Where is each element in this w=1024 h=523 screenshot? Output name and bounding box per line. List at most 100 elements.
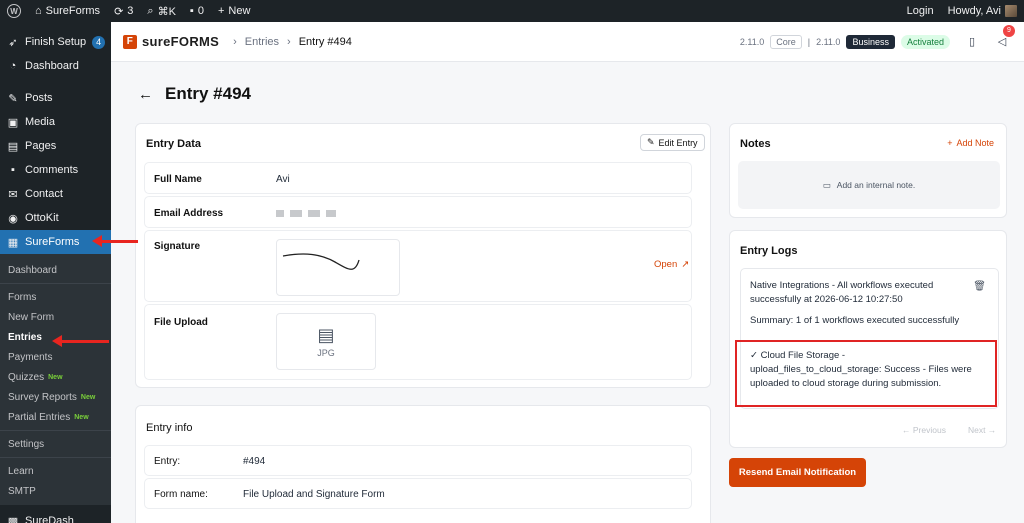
divider: | [807,36,811,47]
submenu-partial-entries[interactable]: Partial Entries New [0,407,111,427]
info-label: Entry: [154,456,181,467]
sidebar-item-dashboard[interactable]: ◔ Dashboard [0,54,111,78]
site-name-link[interactable]: ⌂ SureForms [28,0,107,22]
entry-info-title: Entry info [146,422,193,434]
wp-logo-menu[interactable]: W [0,0,28,22]
highlight-frame [735,340,997,407]
status-badge: Activated [900,34,950,49]
log-summary: Summary: 1 of 1 workflows executed succe… [750,315,960,326]
signature-preview [276,239,400,296]
page-title: ← Entry #494 [138,84,251,103]
wordpress-icon: W [7,4,21,18]
add-note-button[interactable]: + Add Note [947,138,994,148]
comment-icon: ▪ [11,164,15,176]
pin-icon: ✎ [8,92,18,105]
next-button[interactable]: Next → [968,425,996,435]
file-icon: ▤ [317,325,335,345]
comment-icon: ▪ [189,5,194,17]
suredash-icon: ▩ [7,515,19,523]
plus-icon: + [217,5,225,17]
core-version: 2.11.0 [739,36,765,47]
note-icon: ▭ [822,179,831,190]
back-arrow-icon[interactable]: ← [138,86,153,103]
docs-icon[interactable]: ▯ [964,34,980,50]
open-signature-link[interactable]: Open ↗ [654,259,689,270]
plus-icon: + [947,138,953,148]
submenu-forms[interactable]: Forms [0,287,111,307]
submenu-smtp[interactable]: SMTP [0,481,111,501]
login-link[interactable]: Login [900,0,941,22]
dashboard-icon: ◔ [9,60,17,72]
submenu-quizzes[interactable]: Quizzes New [0,367,111,387]
field-row-email: Email Address [144,196,692,228]
entry-data-title: Entry Data [146,138,202,150]
field-label: File Upload [154,317,208,328]
business-version: 2.11.0 [816,36,841,47]
sidebar-item-posts[interactable]: ✎ Posts [0,86,111,110]
entry-logs-title: Entry Logs [740,245,798,257]
info-row-entry: Entry: #494 [144,445,692,476]
media-icon: ▣ [7,116,19,129]
info-value: File Upload and Signature Form [243,489,385,500]
previous-button[interactable]: ← Previous [902,425,946,435]
new-content-link[interactable]: + New [211,0,257,22]
megaphone-icon[interactable]: ◁ 9 [994,24,1015,50]
edit-icon: ✎ [647,137,655,147]
avatar [1005,5,1017,17]
business-badge: Business [846,34,895,49]
notes-title: Notes [740,138,771,150]
file-type-label: JPG [317,348,335,358]
info-value: #494 [243,456,266,467]
sidebar-item-suredash[interactable]: ▩ SureDash [0,509,111,523]
refresh-icon: ⟳ [114,5,124,18]
submenu-new-form[interactable]: New Form [0,307,111,327]
search-icon: ⌕ [147,4,154,17]
rocket-icon: ➶ [8,36,18,49]
sidebar-item-contact[interactable]: ✉ Contact [0,182,111,206]
comments-link[interactable]: ▪ 0 [183,0,211,22]
divider [0,430,111,431]
sidebar-item-media[interactable]: ▣ Media [0,110,111,134]
sidebar-item-finish-setup[interactable]: ➶ Finish Setup 4 [0,30,111,54]
signature-image [282,253,360,270]
entry-data-card: Entry Data ✎ Edit Entry Full Name Avi Ema… [135,123,711,388]
note-input[interactable]: ▭ Add an internal note. [738,161,1000,209]
edit-entry-button[interactable]: ✎ Edit Entry [640,134,705,151]
divider [0,283,111,284]
sureforms-submenu: Dashboard Forms New Form Entries Payment… [0,254,111,505]
entry-info-card: Entry info Entry: #494 Form name: File U… [135,405,711,523]
field-label: Signature [154,241,201,252]
account-menu[interactable]: Howdy, Avi [941,0,1024,22]
sidebar-item-pages[interactable]: ▤ Pages [0,134,111,158]
notes-card: Notes + Add Note ▭ Add an internal note. [729,123,1007,218]
core-badge: Core [770,34,802,49]
home-icon: ⌂ [35,5,42,17]
sidebar-item-comments[interactable]: ▪ Comments [0,158,111,182]
field-label: Full Name [154,174,202,185]
submenu-learn[interactable]: Learn [0,461,111,481]
chevron-right-icon: › [233,35,237,48]
field-value: Avi [276,174,290,185]
crumb-entries[interactable]: Entries [245,36,279,48]
setup-badge: 4 [92,35,106,49]
sidebar-item-ottokit[interactable]: ◉ OttoKit [0,206,111,230]
submenu-survey-reports[interactable]: Survey Reports New [0,387,111,407]
mail-icon: ✉ [8,188,18,201]
annotation-arrow [52,335,109,347]
sureforms-logo[interactable]: FsureFORMS [123,34,219,49]
log-pagination: ← Previous Next → [902,425,996,435]
submenu-dashboard[interactable]: Dashboard [0,260,111,280]
resend-email-button[interactable]: Resend Email Notification [729,458,866,487]
submenu-settings[interactable]: Settings [0,434,111,454]
search-shortcut[interactable]: ⌕ ⌘K [140,0,183,22]
trash-icon[interactable]: 🗑 [973,281,986,292]
divider [0,457,111,458]
breadcrumb: › Entries › Entry #494 [233,36,352,48]
info-row-form-name: Form name: File Upload and Signature For… [144,478,692,509]
field-row-signature: Signature Open ↗ [144,230,692,302]
field-label: Email Address [154,208,224,219]
file-thumbnail[interactable]: ▤ JPG [276,313,376,370]
email-redacted [276,209,342,220]
submenu-payments[interactable]: Payments [0,347,111,367]
updates-link[interactable]: ⟳ 3 [107,0,140,22]
